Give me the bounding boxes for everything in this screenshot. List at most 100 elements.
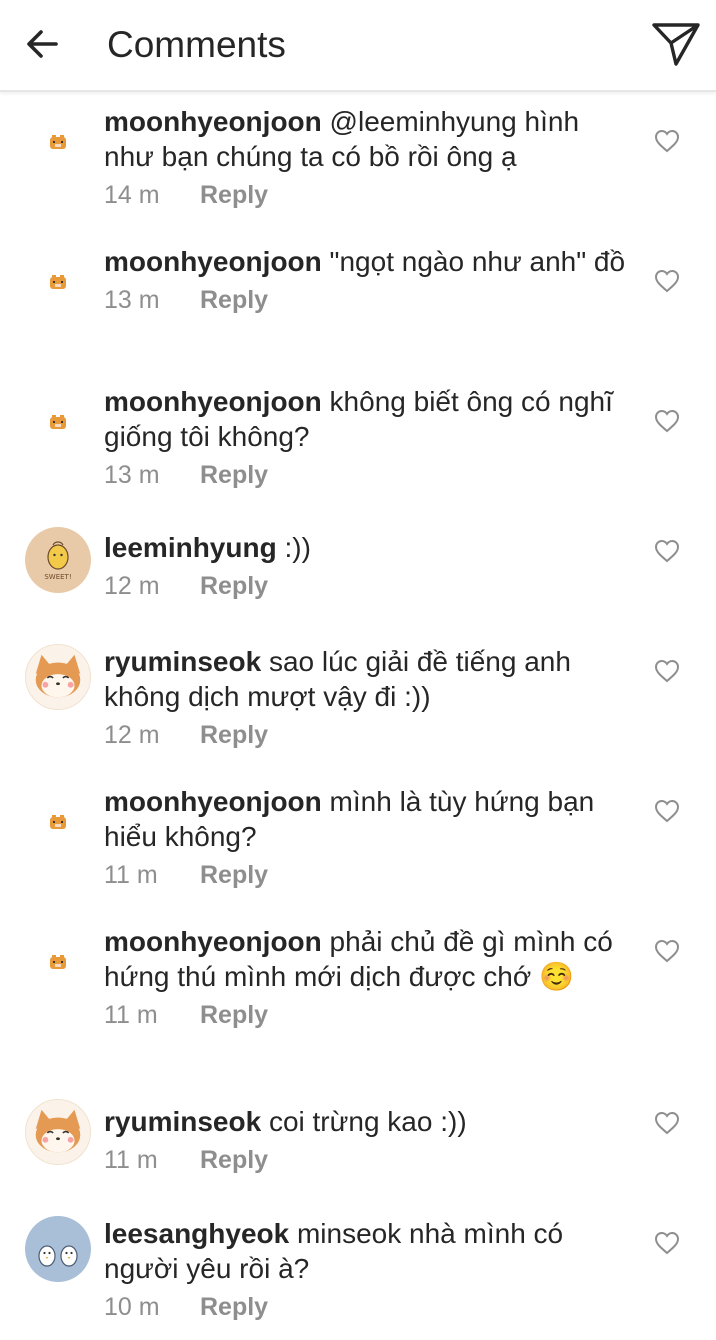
- comment-time: 11 m: [104, 861, 158, 889]
- comment-text: leesanghyeok minseok nhà mình có người y…: [104, 1216, 634, 1286]
- comment-body: moonhyeonjoon không biết ông có nghĩ giố…: [104, 384, 634, 490]
- shiba-dog-icon: [35, 654, 81, 698]
- like-button[interactable]: [652, 126, 682, 156]
- reply-button[interactable]: Reply: [200, 1292, 268, 1322]
- comment-list: moonhyeonjoon @leeminhyung hình như bạn …: [0, 94, 716, 1340]
- shiba-dog-icon: [35, 1109, 81, 1153]
- tiger-icon: [50, 815, 66, 829]
- comment-meta: 11 m Reply: [104, 1000, 634, 1030]
- comment-username[interactable]: moonhyeonjoon: [104, 926, 322, 957]
- comment-time: 12 m: [104, 721, 160, 749]
- comment-username[interactable]: moonhyeonjoon: [104, 386, 322, 417]
- comment-meta: 12 m Reply: [104, 720, 634, 750]
- like-button[interactable]: [652, 266, 682, 296]
- heart-icon: [654, 409, 680, 433]
- comment-time: 13 m: [104, 461, 160, 489]
- heart-icon: [654, 129, 680, 153]
- comment-username[interactable]: ryuminseok: [104, 646, 261, 677]
- comment-username[interactable]: leesanghyeok: [104, 1218, 289, 1249]
- like-button[interactable]: [652, 536, 682, 566]
- avatar[interactable]: [25, 1099, 91, 1165]
- comment-text: leeminhyung :)): [104, 530, 634, 565]
- avatar[interactable]: [25, 789, 91, 855]
- sweet-potato-icon: SWEET!: [44, 541, 72, 581]
- comment-time: 14 m: [104, 181, 160, 209]
- top-bar: Comments: [0, 0, 716, 92]
- reply-button[interactable]: Reply: [200, 1145, 268, 1175]
- arrow-left-icon: [27, 30, 58, 58]
- avatar-caption: SWEET!: [44, 573, 71, 581]
- comment-text: ryuminseok sao lúc giải đề tiếng anh khô…: [104, 644, 634, 714]
- comment-username[interactable]: moonhyeonjoon: [104, 786, 322, 817]
- like-button[interactable]: [652, 1108, 682, 1138]
- comment-body: ryuminseok sao lúc giải đề tiếng anh khô…: [104, 644, 634, 750]
- heart-icon: [654, 1111, 680, 1135]
- comment-username[interactable]: ryuminseok: [104, 1106, 261, 1137]
- paper-plane-icon: [652, 23, 700, 66]
- avatar[interactable]: [25, 389, 91, 455]
- reply-button[interactable]: Reply: [200, 571, 268, 601]
- comment-time: 13 m: [104, 286, 160, 314]
- like-button[interactable]: [652, 1228, 682, 1258]
- comment-time: 11 m: [104, 1146, 158, 1174]
- heart-icon: [654, 539, 680, 563]
- back-button[interactable]: [18, 20, 66, 68]
- reply-button[interactable]: Reply: [200, 1000, 268, 1030]
- share-button[interactable]: [650, 18, 702, 70]
- comment-text: ryuminseok coi trừng kao :)): [104, 1104, 634, 1139]
- penguin-icon: [38, 1245, 78, 1267]
- comment-text: moonhyeonjoon mình là tùy hứng bạn hiểu …: [104, 784, 634, 854]
- heart-icon: [654, 939, 680, 963]
- comment-time: 12 m: [104, 572, 160, 600]
- comment-username[interactable]: leeminhyung: [104, 532, 277, 563]
- reply-button[interactable]: Reply: [200, 460, 268, 490]
- comment-body: moonhyeonjoon @leeminhyung hình như bạn …: [104, 104, 634, 210]
- comment-body: leeminhyung :)) 12 m Reply: [104, 530, 634, 601]
- like-button[interactable]: [652, 796, 682, 826]
- reply-button[interactable]: Reply: [200, 180, 268, 210]
- avatar[interactable]: SWEET!: [25, 527, 91, 593]
- tiger-icon: [50, 135, 66, 149]
- comment-meta: 13 m Reply: [104, 460, 634, 490]
- heart-icon: [654, 659, 680, 683]
- comment-time: 11 m: [104, 1001, 158, 1029]
- comment-meta: 11 m Reply: [104, 1145, 634, 1175]
- page-title: Comments: [107, 24, 286, 65]
- reply-button[interactable]: Reply: [200, 285, 268, 315]
- comment-message: coi trừng kao :)): [268, 1106, 467, 1137]
- comment-meta: 14 m Reply: [104, 180, 634, 210]
- heart-icon: [654, 269, 680, 293]
- heart-icon: [654, 799, 680, 823]
- comment-body: moonhyeonjoon "ngọt ngào như anh" đồ 13 …: [104, 244, 634, 315]
- like-button[interactable]: [652, 406, 682, 436]
- comment-text: moonhyeonjoon phải chủ đề gì mình có hứn…: [104, 924, 634, 994]
- comment-message: "ngọt ngào như anh" đồ: [329, 246, 626, 277]
- comment-meta: 11 m Reply: [104, 860, 634, 890]
- heart-icon: [654, 1231, 680, 1255]
- avatar[interactable]: [25, 1216, 91, 1282]
- comment-meta: 12 m Reply: [104, 571, 634, 601]
- comment-body: moonhyeonjoon mình là tùy hứng bạn hiểu …: [104, 784, 634, 890]
- tiger-icon: [50, 275, 66, 289]
- comment-text: moonhyeonjoon "ngọt ngào như anh" đồ: [104, 244, 634, 279]
- avatar[interactable]: [25, 109, 91, 175]
- comment-message: :)): [284, 532, 311, 563]
- reply-button[interactable]: Reply: [200, 720, 268, 750]
- comment-text: moonhyeonjoon không biết ông có nghĩ giố…: [104, 384, 634, 454]
- comment-meta: 13 m Reply: [104, 285, 634, 315]
- tiger-icon: [50, 415, 66, 429]
- like-button[interactable]: [652, 656, 682, 686]
- comment-meta: 10 m Reply: [104, 1292, 634, 1322]
- avatar[interactable]: [25, 929, 91, 995]
- tiger-icon: [50, 955, 66, 969]
- comment-username[interactable]: moonhyeonjoon: [104, 246, 322, 277]
- avatar[interactable]: [25, 249, 91, 315]
- like-button[interactable]: [652, 936, 682, 966]
- comment-body: ryuminseok coi trừng kao :)) 11 m Reply: [104, 1104, 634, 1175]
- comment-text: moonhyeonjoon @leeminhyung hình như bạn …: [104, 104, 634, 174]
- reply-button[interactable]: Reply: [200, 860, 268, 890]
- comment-body: moonhyeonjoon phải chủ đề gì mình có hứn…: [104, 924, 634, 1030]
- comment-username[interactable]: moonhyeonjoon: [104, 106, 322, 137]
- comment-body: leesanghyeok minseok nhà mình có người y…: [104, 1216, 634, 1322]
- avatar[interactable]: [25, 644, 91, 710]
